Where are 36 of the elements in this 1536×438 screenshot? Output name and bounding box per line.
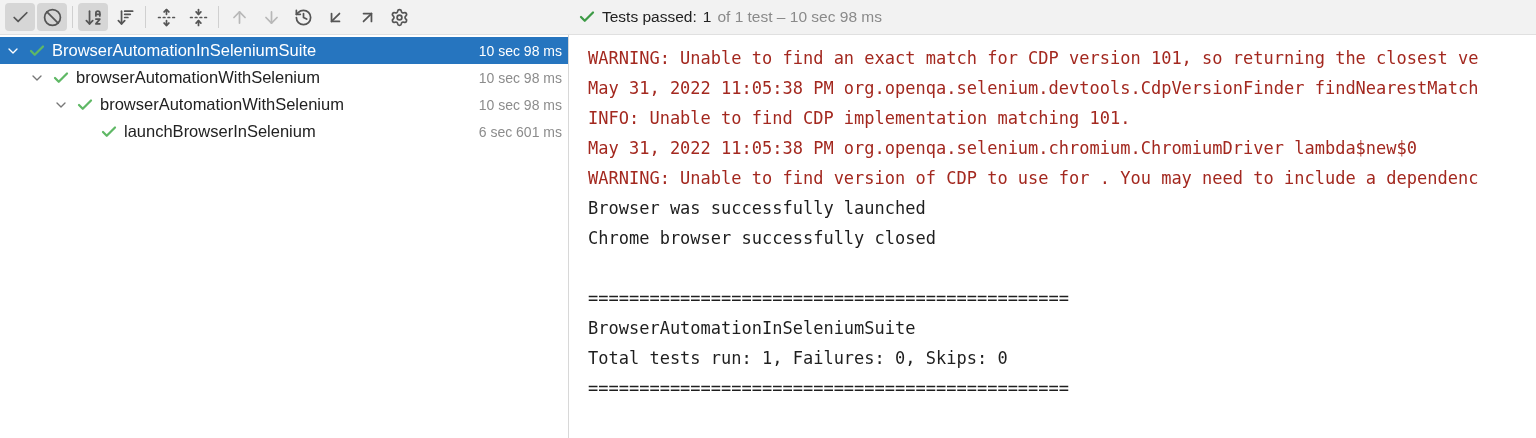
tree-item[interactable]: BrowserAutomationInSeleniumSuite 10 sec 98 ms xyxy=(0,37,568,64)
collapse-icon xyxy=(188,7,208,27)
sort-icon xyxy=(115,7,135,27)
ban-icon xyxy=(42,7,62,27)
console-line: BrowserAutomationInSeleniumSuite xyxy=(588,317,917,340)
test-name: BrowserAutomationInSeleniumSuite xyxy=(52,41,318,60)
passed-count: 1 xyxy=(702,8,712,26)
clock-icon xyxy=(293,7,313,27)
tree-item[interactable]: browserAutomationWithSelenium 10 sec 98 ms xyxy=(0,91,568,118)
tree-item[interactable]: launchBrowserInSelenium 6 sec 601 ms xyxy=(0,118,568,145)
console-line: Browser was successfully launched xyxy=(588,197,927,220)
console-line: Chrome browser successfully closed xyxy=(588,227,937,250)
test-name: browserAutomationWithSelenium xyxy=(100,95,345,114)
ban-button[interactable] xyxy=(37,3,67,31)
console-line: WARNING: Unable to find version of CDP to use for . You may need to include a dependenc xyxy=(588,167,1480,190)
console-line: Total tests run: 1, Failures: 0, Skips: 0 xyxy=(588,347,1009,370)
status-detail: of 1 test – 10 sec 98 ms xyxy=(717,8,882,26)
status-label: Tests passed: xyxy=(602,8,697,26)
sort-alphabetical-button[interactable] xyxy=(78,3,108,31)
console-line: INFO: Unable to find CDP implementation matching 101. xyxy=(588,107,1132,130)
console-line: =============================================== xyxy=(588,377,1071,400)
expand-icon xyxy=(156,7,176,27)
tree-item[interactable]: browserAutomationWithSelenium 10 sec 98 ms xyxy=(0,64,568,91)
console-line: May 31, 2022 11:05:38 PM org.openqa.selenium.chromium.ChromiumDriver lambda$new$0 xyxy=(588,137,1419,160)
sort-alphabetical-icon xyxy=(83,7,103,27)
test-name: browserAutomationWithSelenium xyxy=(76,68,321,87)
test-duration: 10 sec 98 ms xyxy=(478,42,562,59)
test-duration: 10 sec 98 ms xyxy=(478,96,562,113)
console-line: WARNING: Unable to find an exact match for CDP version 101, so returning the closest ve xyxy=(588,47,1480,70)
check-button[interactable] xyxy=(5,3,35,31)
test-name: launchBrowserInSelenium xyxy=(124,122,317,141)
settings-icon xyxy=(389,7,409,27)
test-duration: 6 sec 601 ms xyxy=(478,123,562,140)
console-line: May 31, 2022 11:05:38 PM org.openqa.selenium.devtools.CdpVersionFinder findNearestMatch xyxy=(588,77,1480,100)
console-line: =============================================== xyxy=(588,287,1071,310)
test-duration: 10 sec 98 ms xyxy=(478,69,562,86)
